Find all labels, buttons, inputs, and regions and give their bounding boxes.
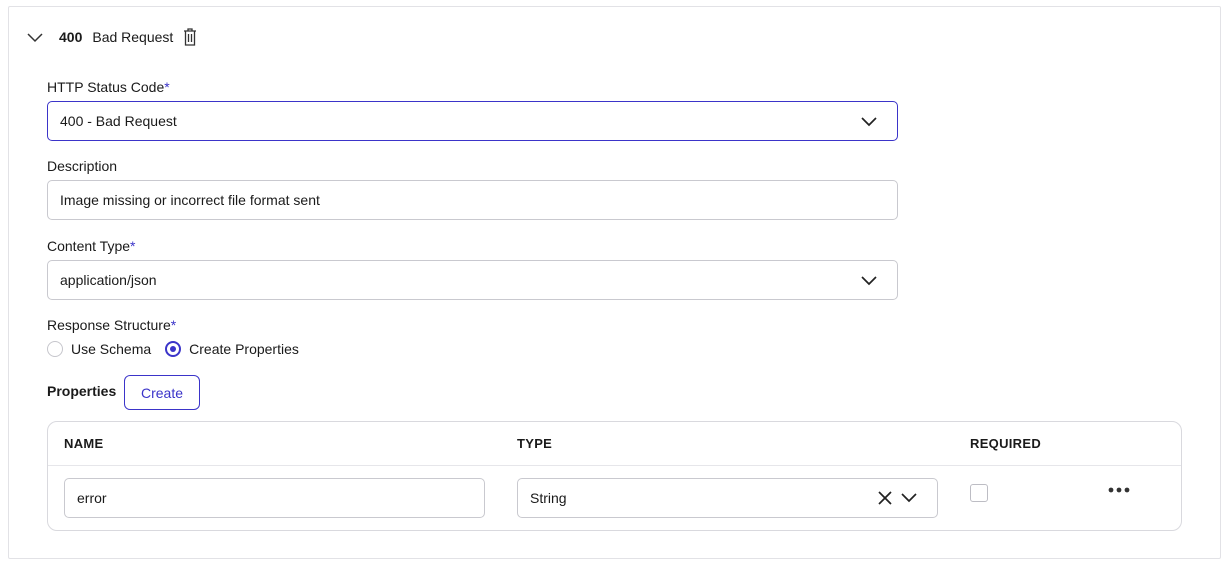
content-type-select[interactable]: application/json: [47, 260, 898, 300]
response-structure-radios: Use Schema Create Properties: [47, 341, 313, 357]
content-type-label: Content Type*: [47, 238, 136, 254]
radio-create-properties[interactable]: Create Properties: [165, 341, 299, 357]
status-code-label: HTTP Status Code*: [47, 79, 170, 95]
required-asterisk: *: [164, 79, 170, 95]
chevron-down-icon: [861, 276, 877, 286]
status-code-select[interactable]: 400 - Bad Request: [47, 101, 898, 141]
content-type-value: application/json: [60, 272, 157, 288]
required-checkbox[interactable]: [970, 484, 988, 502]
description-input[interactable]: Image missing or incorrect file format s…: [47, 180, 898, 220]
column-header-type: TYPE: [517, 436, 553, 451]
property-name-input[interactable]: error: [64, 478, 485, 518]
property-type-value: String: [530, 490, 567, 506]
property-type-select[interactable]: String: [517, 478, 938, 518]
response-title: Bad Request: [92, 29, 174, 45]
radio-label: Create Properties: [189, 341, 299, 357]
status-code-value: 400 - Bad Request: [60, 113, 177, 129]
radio-use-schema[interactable]: Use Schema: [47, 341, 151, 357]
header-divider: [48, 465, 1181, 466]
description-label: Description: [47, 158, 118, 174]
required-asterisk: *: [170, 317, 177, 333]
radio-button[interactable]: [47, 341, 63, 357]
property-name-value: error: [77, 490, 107, 506]
description-value: Image missing or incorrect file format s…: [60, 192, 320, 208]
radio-button-selected[interactable]: [165, 341, 182, 357]
response-structure-label: Response Structure*: [47, 317, 177, 333]
column-header-required: REQUIRED: [970, 436, 1042, 451]
chevron-down-icon[interactable]: [900, 489, 918, 507]
response-code: 400: [59, 29, 83, 45]
chevron-down-icon[interactable]: [25, 27, 45, 47]
properties-label: Properties: [47, 383, 117, 399]
properties-table: NAME TYPE REQUIRED error String: [47, 421, 1182, 531]
radio-label: Use Schema: [71, 341, 152, 357]
response-panel: 400 Bad Request HTTP Status Code* 400 - …: [8, 6, 1221, 559]
chevron-down-icon: [861, 117, 877, 127]
clear-icon[interactable]: [876, 489, 894, 507]
required-asterisk: *: [130, 238, 136, 254]
more-icon[interactable]: [1106, 482, 1134, 498]
trash-icon[interactable]: [181, 27, 199, 47]
column-header-name: NAME: [64, 436, 104, 451]
create-property-button[interactable]: Create: [124, 375, 200, 410]
response-header[interactable]: 400 Bad Request: [25, 25, 199, 49]
